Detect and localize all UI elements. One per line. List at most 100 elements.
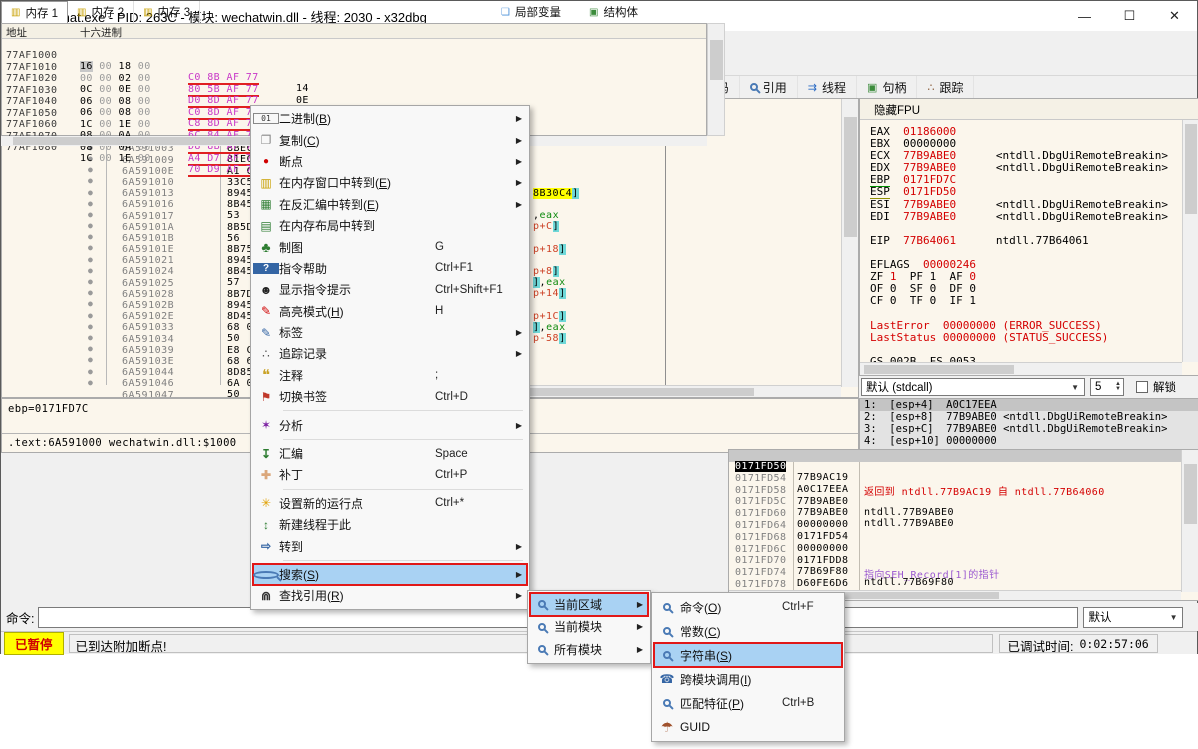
breakpoint-dot-icon[interactable]	[88, 221, 93, 230]
stack-pane[interactable]: 0171FD50 77B9AC19 返回到 ntdll.77B9AC19 自 n…	[728, 449, 1198, 601]
argument-row[interactable]: 4: [esp+10] 00000000	[860, 435, 1198, 447]
menu-item[interactable]: 字符串(S)	[654, 643, 842, 667]
register-row[interactable]: EIP 77B64061 ntdll.77B64061	[870, 234, 1168, 246]
register-row[interactable]	[870, 343, 1168, 355]
stack-row[interactable]: 0171FD64 0171FD54	[729, 509, 1198, 521]
register-row[interactable]: ZF 1 PF 1 AF 0	[870, 270, 1168, 282]
argument-count-spinner[interactable]: 5 ▲▼	[1090, 378, 1124, 396]
menu-item[interactable]: 01 二进制(B) ▶	[253, 108, 527, 129]
stack-row[interactable]: 0171FD58 77B9ABE0 ntdll.77B9ABE0	[729, 474, 1198, 486]
register-row[interactable]: EFLAGS 00000246	[870, 258, 1168, 270]
register-row[interactable]: EAX 01186000	[870, 125, 1168, 137]
menu-item[interactable]: 常数(C)	[654, 619, 842, 643]
menu-item[interactable]: ❐ 复制(C) ▶	[253, 129, 527, 150]
arguments-pane[interactable]: 1: [esp+4] A0C17EEA2: [esp+8] 77B9ABE0 <…	[859, 398, 1198, 453]
register-row[interactable]: ECX 77B9ABE0 <ntdll.DbgUiRemoteBreakin>	[870, 149, 1168, 161]
menu-item[interactable]: ● 断点 ▶	[253, 151, 527, 172]
register-row[interactable]: CF 0 TF 0 IF 1	[870, 294, 1168, 306]
menu-item[interactable]	[253, 436, 527, 443]
dump-row[interactable]: 77AF1000 16 00 18 00 C0 8B AF 77 14	[2, 39, 706, 51]
argument-row[interactable]: 3: [esp+C] 77B9ABE0 <ntdll.DbgUiRemoteBr…	[860, 423, 1198, 435]
menu-item[interactable]: 匹配特征(P) Ctrl+B	[654, 691, 842, 715]
register-row[interactable]: EDI 77B9ABE0 <ntdll.DbgUiRemoteBreakin>	[870, 210, 1168, 222]
breakpoint-dot-icon[interactable]	[88, 266, 93, 275]
locals-tab[interactable]: ❏ 局部变量	[501, 1, 561, 23]
breakpoint-dot-icon[interactable]	[88, 344, 93, 353]
breakpoint-dot-icon[interactable]	[88, 288, 93, 297]
menu-item[interactable]	[253, 486, 527, 493]
stack-row[interactable]: 0171FD74 D60FE6D6	[729, 556, 1198, 568]
maximize-button[interactable]: ☐	[1107, 1, 1152, 31]
struct-tab[interactable]: ▣ 结构体	[589, 1, 638, 23]
stack-row[interactable]: 0171FD68 00000000	[729, 521, 1198, 533]
stack-row[interactable]: 0171FD78 00000000	[729, 568, 1198, 580]
hide-fpu-button[interactable]: 隐藏FPU	[860, 99, 1198, 120]
breakpoint-dot-icon[interactable]	[88, 232, 93, 241]
argument-row[interactable]: 2: [esp+8] 77B9ABE0 <ntdll.DbgUiRemoteBr…	[860, 411, 1198, 423]
minimize-button[interactable]: —	[1062, 1, 1107, 31]
dump-row[interactable]: 77AF1040 06 00 08 00 C8 8D AF 77 08	[2, 85, 706, 97]
stack-row[interactable]: 0171FD60 00000000	[729, 497, 1198, 509]
menu-item[interactable]: ✎ 标签 ▶	[253, 322, 527, 343]
menu-item[interactable]: ∴ 追踪记录 ▶	[253, 343, 527, 364]
dump-tab[interactable]: ▥ 内存 3	[134, 1, 200, 23]
menu-item[interactable]: ⇨ 转到 ▶	[253, 535, 527, 556]
menu-item[interactable]: ✳ 设置新的运行点 Ctrl+*	[253, 493, 527, 514]
dump-tab[interactable]: ▥ 内存 1	[1, 1, 68, 23]
breakpoint-dot-icon[interactable]	[88, 255, 93, 264]
menu-item[interactable]: ♣ 制图 G	[253, 236, 527, 257]
menu-item[interactable]: ☎ 跨模块调用(I)	[654, 667, 842, 691]
menu-item[interactable]: ⋒ 查找引用(R) ▶	[253, 585, 527, 606]
register-row[interactable]: EBX 00000000	[870, 137, 1168, 149]
spinner-arrows-icon[interactable]: ▲▼	[1115, 382, 1121, 392]
registers-pane[interactable]: 隐藏FPU EAX 01186000EBX 00000000ECX 77B9AB…	[859, 98, 1198, 376]
dump-row[interactable]: 77AF1030 06 00 08 00 C0 8D AF 77 06	[2, 74, 706, 86]
breakpoint-dot-icon[interactable]	[88, 243, 93, 252]
register-row[interactable]: LastStatus 00000000 (STATUS_SUCCESS)	[870, 331, 1168, 343]
stack-vscrollbar[interactable]	[1181, 450, 1198, 592]
breakpoint-dot-icon[interactable]	[88, 199, 93, 208]
menu-item[interactable]: ▦ 在反汇编中转到(E) ▶	[253, 194, 527, 215]
register-row[interactable]: EDX 77B9ABE0 <ntdll.DbgUiRemoteBreakin>	[870, 161, 1168, 173]
stack-row[interactable]: 0171FD54 A0C17EEA	[729, 462, 1198, 474]
menu-item[interactable]: ❝ 注释 ;	[253, 365, 527, 386]
breakpoint-dot-icon[interactable]	[88, 355, 93, 364]
register-row[interactable]: ESP 0171FD50	[870, 185, 1168, 197]
breakpoint-dot-icon[interactable]	[88, 333, 93, 342]
menu-item[interactable]: ↧ 汇编 Space	[253, 443, 527, 464]
argument-row[interactable]: 1: [esp+4] A0C17EEA	[860, 399, 1198, 411]
breakpoint-dot-icon[interactable]	[88, 210, 93, 219]
menu-item[interactable]: ✎ 高亮模式(H) H	[253, 301, 527, 322]
calling-convention-dropdown[interactable]: 默认 (stdcall) ▼	[861, 378, 1085, 396]
dump-row[interactable]: 77AF1020 0C 00 0E 00 D0 8D AF 77 06	[2, 62, 706, 74]
registers-vscrollbar[interactable]	[1182, 120, 1198, 362]
breakpoint-dot-icon[interactable]	[88, 188, 93, 197]
menu-item[interactable]: 当前区域 ▶	[530, 593, 648, 616]
view-tab[interactable]: ▣ 句柄	[857, 76, 917, 98]
menu-item[interactable]: 搜索(S) ▶	[253, 564, 527, 585]
register-row[interactable]	[870, 222, 1168, 234]
register-row[interactable]: LastError 00000000 (ERROR_SUCCESS)	[870, 319, 1168, 331]
menu-item[interactable]: ↕ 新建线程于此	[253, 514, 527, 535]
dump-row[interactable]: 77AF1010 00 00 02 00 80 5B AF 77 0E	[2, 51, 706, 63]
menu-item[interactable]: 当前模块 ▶	[530, 616, 648, 639]
stack-row[interactable]: 0171FD70 77B69F80 ntdll.77B69F80	[729, 544, 1198, 556]
menu-item[interactable]: ? 指令帮助 Ctrl+F1	[253, 258, 527, 279]
menu-item[interactable]: ☂ GUID	[654, 715, 842, 739]
menu-item[interactable]: ✚ 补丁 Ctrl+P	[253, 464, 527, 485]
stack-row[interactable]: 0171FD5C 77B9ABE0 ntdll.77B9ABE0	[729, 485, 1198, 497]
register-row[interactable]: ESI 77B9ABE0 <ntdll.DbgUiRemoteBreakin>	[870, 198, 1168, 210]
register-row[interactable]	[870, 246, 1168, 258]
dump-vscrollbar[interactable]	[707, 23, 725, 136]
view-tab[interactable]: ⇉ 线程	[798, 76, 857, 98]
register-row[interactable]: EBP 0171FD7C	[870, 173, 1168, 185]
unlock-checkbox[interactable]	[1136, 381, 1148, 393]
disasm-vscrollbar[interactable]	[841, 99, 858, 387]
breakpoint-dot-icon[interactable]	[88, 322, 93, 331]
command-profile-dropdown[interactable]: 默认 ▼	[1083, 607, 1183, 628]
menu-item[interactable]	[253, 557, 527, 564]
stack-row[interactable]: 0171FD50 77B9AC19 返回到 ntdll.77B9AC19 自 n…	[729, 450, 1198, 462]
breakpoint-dot-icon[interactable]	[88, 277, 93, 286]
breakpoint-dot-icon[interactable]	[88, 299, 93, 308]
dump-tab[interactable]: ▥ 内存 2	[68, 1, 134, 23]
